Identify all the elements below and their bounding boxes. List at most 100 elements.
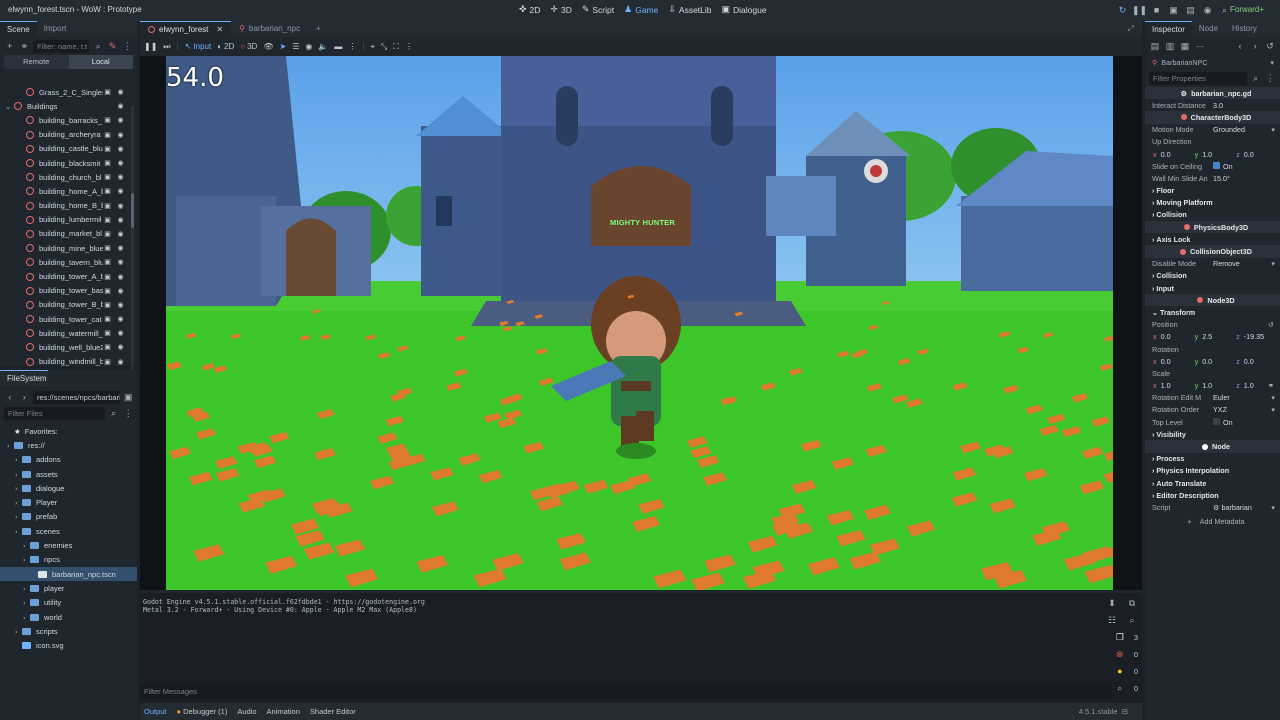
up-x[interactable]: 0.0 <box>1161 150 1191 159</box>
error-icon[interactable]: ⊗ <box>1114 648 1126 660</box>
visibility-eye-icon[interactable]: ◉ <box>116 272 125 281</box>
filesystem-item[interactable]: › scripts <box>0 624 137 638</box>
open-scene-icon[interactable]: ▣ <box>103 258 112 267</box>
prop-value[interactable]: Euler <box>1213 393 1230 402</box>
open-scene-icon[interactable]: ▣ <box>103 144 112 153</box>
visibility-icon[interactable]: 👁 <box>263 42 273 51</box>
open-scene-icon[interactable]: ▣ <box>103 329 112 338</box>
toggle-panel-icon[interactable]: ⊟ <box>1122 707 1128 716</box>
prop-script[interactable]: Script ⚙ barbarian ▾ <box>1145 501 1280 513</box>
visibility-eye-icon[interactable]: ◉ <box>116 286 125 295</box>
select-icon[interactable]: ➤ <box>280 42 287 51</box>
back-icon[interactable]: ‹ <box>1234 40 1246 52</box>
camera-override-icon[interactable]: ▬ <box>334 42 342 51</box>
open-scene-icon[interactable]: ▣ <box>103 159 112 168</box>
tab-shader-editor[interactable]: Shader Editor <box>310 707 356 716</box>
rot-z[interactable]: 0.0 <box>1244 357 1254 366</box>
screen-2d-button[interactable]: ✜ 2D <box>519 4 540 15</box>
input-mode-button[interactable]: ↖ Input <box>185 42 212 51</box>
scene-tree-item[interactable]: building_mine_blue ▣ ◉ <box>0 241 131 255</box>
prop-value[interactable]: 3.0 <box>1213 101 1223 110</box>
filesystem-item[interactable]: › npcs <box>0 553 137 567</box>
open-scene-icon[interactable]: ▣ <box>103 187 112 196</box>
scene-tree-item[interactable]: building_blacksmit ▣ ◉ <box>0 156 131 170</box>
mode-2d-button[interactable]: ◐ 2D <box>217 42 234 51</box>
visibility-eye-icon[interactable]: ◉ <box>116 300 125 309</box>
visibility-eye-icon[interactable]: ◉ <box>116 88 125 97</box>
scene-tree-item[interactable]: building_windmill_b ▣ ◉ <box>0 355 131 369</box>
add-node-icon[interactable]: + <box>4 40 16 52</box>
prop-value[interactable]: Grounded <box>1213 125 1245 134</box>
filesystem-item[interactable]: › world <box>0 610 137 624</box>
open-scene-icon[interactable]: ▣ <box>103 88 112 97</box>
forward-icon[interactable]: › <box>1249 40 1261 52</box>
visibility-eye-icon[interactable]: ◉ <box>116 229 125 238</box>
scene-tree-item[interactable]: building_tower_bas ▣ ◉ <box>0 284 131 298</box>
path-field[interactable]: res://scenes/npcs/barbari <box>32 390 120 404</box>
open-scene-icon[interactable]: ▣ <box>103 300 112 309</box>
class-header-physicsbody3d[interactable]: PhysicsBody3D <box>1145 221 1280 234</box>
tab-inspector[interactable]: Inspector <box>1145 21 1192 37</box>
add-metadata-button[interactable]: + Add Metadata <box>1145 514 1280 530</box>
audio-icon[interactable]: 🔈 <box>318 42 328 51</box>
tab-import[interactable]: Import <box>37 21 74 37</box>
reload-icon[interactable]: ↻ <box>1116 4 1129 16</box>
section-collision-2[interactable]: › Collision <box>1145 270 1280 282</box>
scale-z[interactable]: 1.0 <box>1244 381 1254 390</box>
back-icon[interactable]: ‹ <box>4 391 15 403</box>
scene-tree-item[interactable]: building_tower_cat ▣ ◉ <box>0 312 131 326</box>
position-vector[interactable]: x 0.0 y 2.5 z -19.35 <box>1145 331 1280 343</box>
chevron-right-icon[interactable]: › <box>23 584 26 593</box>
close-icon[interactable]: ✕ <box>216 22 223 38</box>
visibility-eye-icon[interactable]: ◉ <box>116 102 125 111</box>
scene-tree-item[interactable]: ⌄ Buildings ◉ <box>0 99 131 113</box>
remote-debug-icon[interactable]: ▣ <box>1167 4 1180 16</box>
visibility-eye-icon[interactable]: ◉ <box>116 329 125 338</box>
chevron-right-icon[interactable]: › <box>23 613 26 622</box>
prop-slide-on-ceiling[interactable]: Slide on Ceiling On <box>1145 160 1280 172</box>
chevron-right-icon[interactable]: › <box>7 441 10 450</box>
suspend-icon[interactable]: ❚❚ <box>144 42 157 51</box>
pos-x[interactable]: 0.0 <box>1161 332 1191 341</box>
chevron-right-icon[interactable]: › <box>23 555 26 564</box>
filesystem-item[interactable]: › enemies <box>0 538 137 552</box>
prop-value[interactable]: ⚙ barbarian <box>1213 503 1252 512</box>
chevron-right-icon[interactable]: › <box>15 512 18 521</box>
script-header[interactable]: ⚙ barbarian_npc.gd <box>1145 87 1280 100</box>
chevron-right-icon[interactable]: › <box>15 470 18 479</box>
reset-icon[interactable]: ↺ <box>1268 320 1274 329</box>
prop-value[interactable]: On <box>1213 161 1233 171</box>
open-scene-icon[interactable]: ▣ <box>103 315 112 324</box>
open-scene-icon[interactable]: ▣ <box>103 215 112 224</box>
open-scene-icon[interactable]: ▣ <box>103 173 112 182</box>
list-select-icon[interactable]: ☰ <box>292 42 299 51</box>
chevron-right-icon[interactable]: › <box>15 484 18 493</box>
output-log[interactable]: Godot Engine v4.5.1.stable.official.f62f… <box>143 598 425 614</box>
scale-vector[interactable]: x 1.0 y 1.0 z 1.0 ⚭ <box>1145 380 1280 392</box>
prop-value[interactable]: YXZ <box>1213 405 1227 414</box>
filter-properties-input[interactable]: Filter Properties <box>1149 71 1247 85</box>
scene-tab-elwynn-forest[interactable]: elwynn_forest ✕ <box>140 21 232 38</box>
visibility-eye-icon[interactable]: ◉ <box>116 187 125 196</box>
open-scene-icon[interactable]: ▣ <box>103 130 112 139</box>
open-scene-icon[interactable]: ▣ <box>103 357 112 366</box>
section-axis-lock[interactable]: › Axis Lock <box>1145 233 1280 245</box>
search-icon[interactable]: ⌕ <box>1250 72 1262 84</box>
section-floor[interactable]: › Floor <box>1145 185 1280 197</box>
open-scene-icon[interactable]: ▣ <box>103 116 112 125</box>
distraction-free-button[interactable]: ⤢ <box>1120 21 1142 37</box>
filesystem-tab[interactable]: FileSystem <box>0 370 48 386</box>
screen-assetlib-button[interactable]: ⇩ AssetLib <box>668 4 711 15</box>
search-icon[interactable]: ⌕ <box>108 408 120 420</box>
tab-node[interactable]: Node <box>1192 21 1225 37</box>
search-icon[interactable]: ⌕ <box>92 40 104 52</box>
scene-tree-item[interactable]: building_well_blue2 ▣ ◉ <box>0 340 131 354</box>
prop-disable-mode[interactable]: Disable Mode Remove ▾ <box>1145 258 1280 270</box>
class-header-collisionobject3d[interactable]: CollisionObject3D <box>1145 245 1280 258</box>
kebab-menu-icon[interactable]: ⋮ <box>405 42 413 51</box>
kebab-menu-icon[interactable]: ⋮ <box>122 408 134 420</box>
search-icon[interactable]: ⌕ <box>1126 614 1138 626</box>
remote-button[interactable]: Remote <box>4 55 69 69</box>
visibility-eye-icon[interactable]: ◉ <box>116 173 125 182</box>
fit-icon[interactable]: ⛶ <box>393 42 399 52</box>
